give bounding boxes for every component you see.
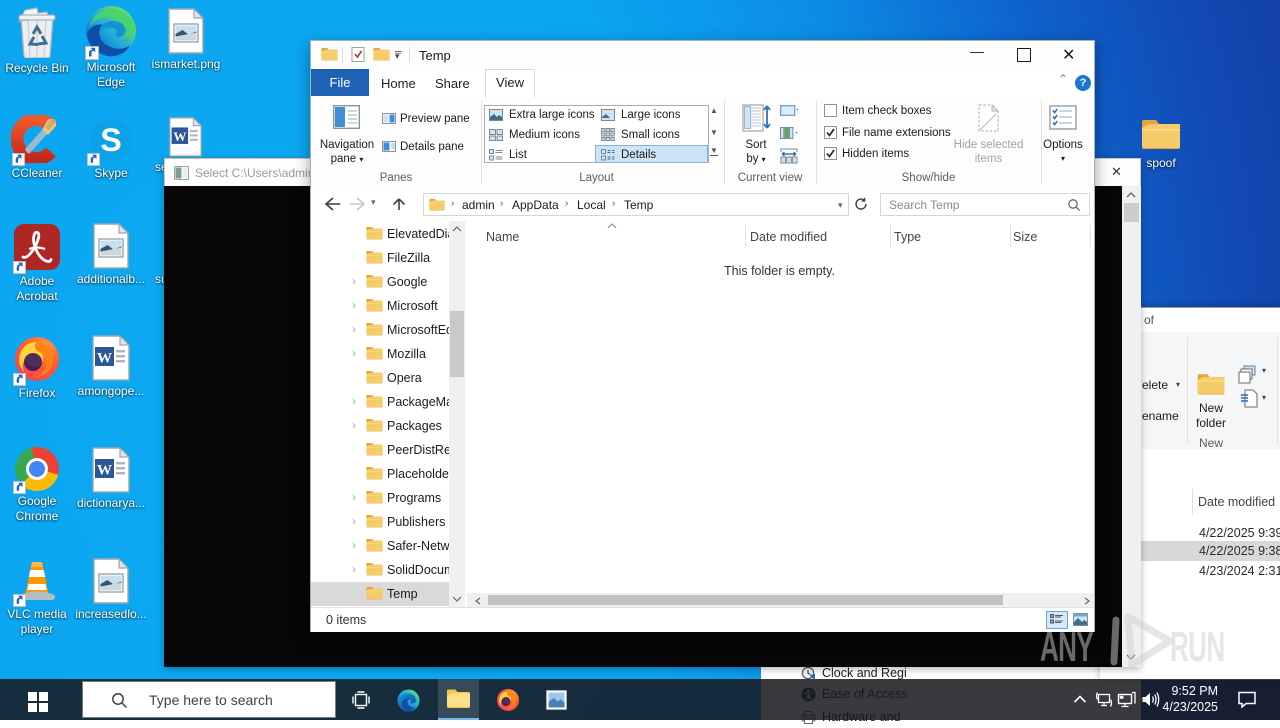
- svg-text:S: S: [100, 122, 121, 158]
